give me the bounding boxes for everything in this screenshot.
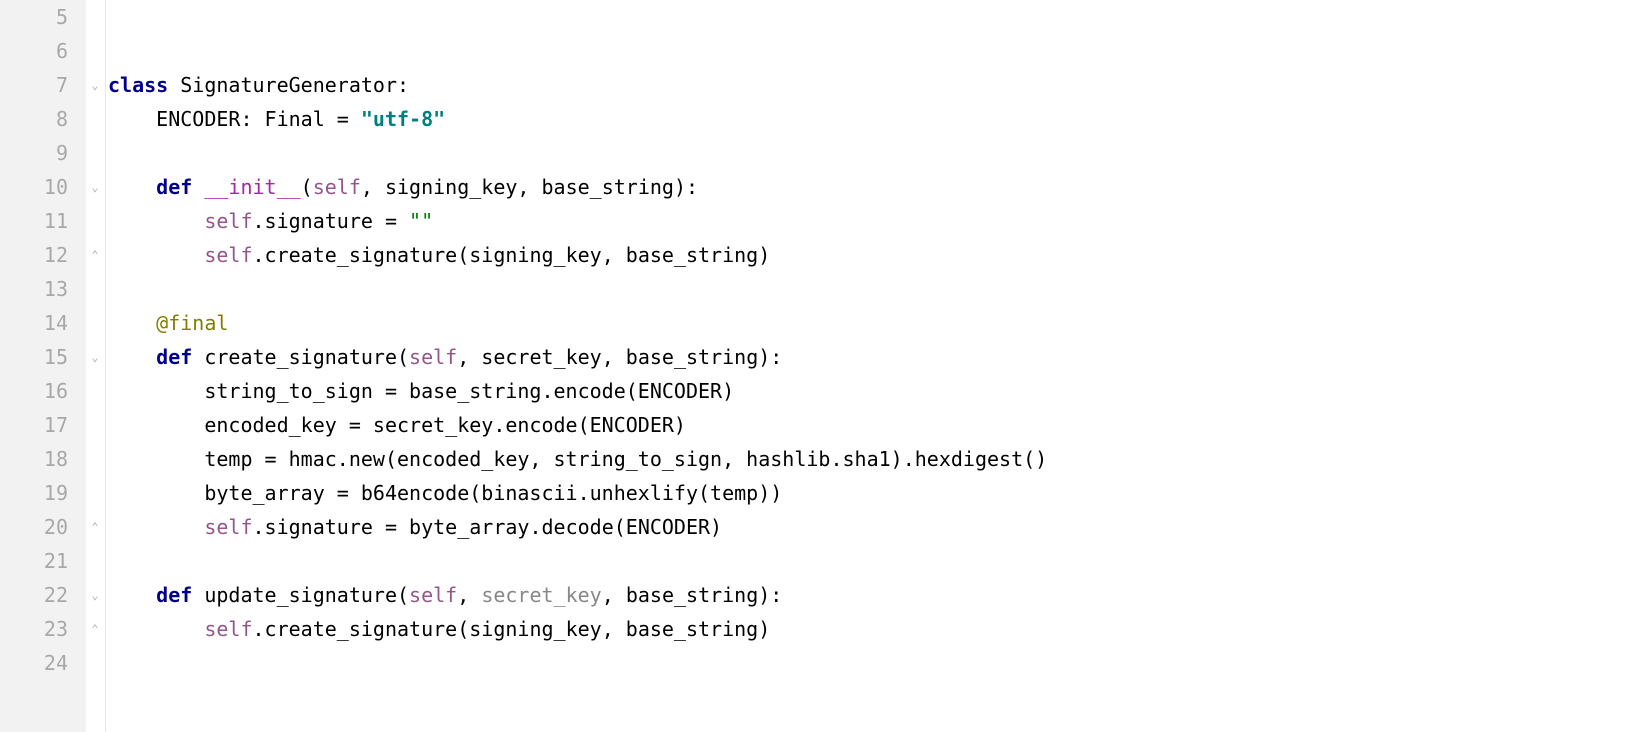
code-line[interactable]: self.create_signature(signing_key, base_… [108,238,1632,272]
token-plain: .create_signature(signing_key, base_stri… [253,617,771,641]
code-line[interactable]: @final [108,306,1632,340]
token-string-plain: "" [409,209,433,233]
token-plain: , secret_key, base_string): [457,345,782,369]
token-string: "utf-8" [361,107,445,131]
line-number: 16 [0,374,68,408]
code-line[interactable]: encoded_key = secret_key.encode(ENCODER) [108,408,1632,442]
token-decorator: @final [156,311,228,335]
token-kw: def [156,583,192,607]
token-plain: .signature = [253,209,410,233]
line-number: 12 [0,238,68,272]
fold-close-icon[interactable]: ⌃ [88,248,102,262]
line-number: 15 [0,340,68,374]
token-self: self [204,617,252,641]
code-line[interactable] [108,0,1632,34]
line-number: 6 [0,34,68,68]
line-number: 5 [0,0,68,34]
token-plain [108,311,156,335]
line-number: 14 [0,306,68,340]
line-number: 11 [0,204,68,238]
code-line[interactable]: string_to_sign = base_string.encode(ENCO… [108,374,1632,408]
code-line[interactable]: def update_signature(self, secret_key, b… [108,578,1632,612]
token-plain [108,515,204,539]
token-plain: , signing_key, base_string): [361,175,698,199]
token-self: self [313,175,361,199]
code-line[interactable]: byte_array = b64encode(binascii.unhexlif… [108,476,1632,510]
code-line[interactable]: def create_signature(self, secret_key, b… [108,340,1632,374]
token-plain: update_signature( [192,583,409,607]
token-plain: string_to_sign = base_string.encode(ENCO… [108,379,734,403]
line-number: 23 [0,612,68,646]
token-plain: SignatureGenerator: [168,73,409,97]
line-number: 19 [0,476,68,510]
token-kw: class [108,73,168,97]
code-line[interactable] [108,136,1632,170]
token-self: self [204,209,252,233]
code-line[interactable] [108,646,1632,680]
fold-open-icon[interactable]: ⌄ [88,180,102,194]
token-fn-dunder: __init__ [204,175,300,199]
code-line[interactable]: ENCODER: Final = "utf-8" [108,102,1632,136]
code-line[interactable]: temp = hmac.new(encoded_key, string_to_s… [108,442,1632,476]
code-line[interactable] [108,272,1632,306]
fold-close-icon[interactable]: ⌃ [88,520,102,534]
line-number: 9 [0,136,68,170]
token-plain: byte_array = b64encode(binascii.unhexlif… [108,481,782,505]
line-number: 10 [0,170,68,204]
line-number: 22 [0,578,68,612]
token-param-dim: secret_key [481,583,601,607]
token-plain: temp = hmac.new(encoded_key, string_to_s… [108,447,1047,471]
token-plain: create_signature( [192,345,409,369]
line-number: 20 [0,510,68,544]
code-line[interactable]: self.signature = "" [108,204,1632,238]
token-self: self [204,243,252,267]
line-number-gutter: 56789101112131415161718192021222324 [0,0,86,732]
token-kw: def [156,345,192,369]
token-plain: encoded_key = secret_key.encode(ENCODER) [108,413,686,437]
token-plain [108,175,156,199]
token-plain: .create_signature(signing_key, base_stri… [253,243,771,267]
fold-open-icon[interactable]: ⌄ [88,588,102,602]
fold-close-icon[interactable]: ⌃ [88,622,102,636]
token-plain [108,583,156,607]
fold-open-icon[interactable]: ⌄ [88,350,102,364]
token-plain [192,175,204,199]
line-number: 24 [0,646,68,680]
line-number: 18 [0,442,68,476]
line-number: 8 [0,102,68,136]
token-plain [108,617,204,641]
line-number: 7 [0,68,68,102]
code-line[interactable] [108,34,1632,68]
token-self: self [409,583,457,607]
token-plain: ( [301,175,313,199]
token-plain [108,243,204,267]
code-line[interactable]: class SignatureGenerator: [108,68,1632,102]
fold-open-icon[interactable]: ⌄ [88,78,102,92]
code-line[interactable]: def __init__(self, signing_key, base_str… [108,170,1632,204]
code-line[interactable]: self.signature = byte_array.decode(ENCOD… [108,510,1632,544]
token-plain: , [457,583,481,607]
code-line[interactable]: self.create_signature(signing_key, base_… [108,612,1632,646]
line-number: 13 [0,272,68,306]
token-plain [108,209,204,233]
code-line[interactable] [108,544,1632,578]
token-plain: .signature = byte_array.decode(ENCODER) [253,515,723,539]
line-number: 21 [0,544,68,578]
token-kw: def [156,175,192,199]
token-plain: ENCODER: Final = [108,107,361,131]
token-plain: , base_string): [602,583,783,607]
token-self: self [409,345,457,369]
token-plain [108,345,156,369]
token-self: self [204,515,252,539]
fold-column: ⌄ ⌄ ⌃ ⌄ ⌃ ⌄ ⌃ [86,0,106,732]
line-number: 17 [0,408,68,442]
code-editor-area[interactable]: class SignatureGenerator: ENCODER: Final… [106,0,1632,732]
